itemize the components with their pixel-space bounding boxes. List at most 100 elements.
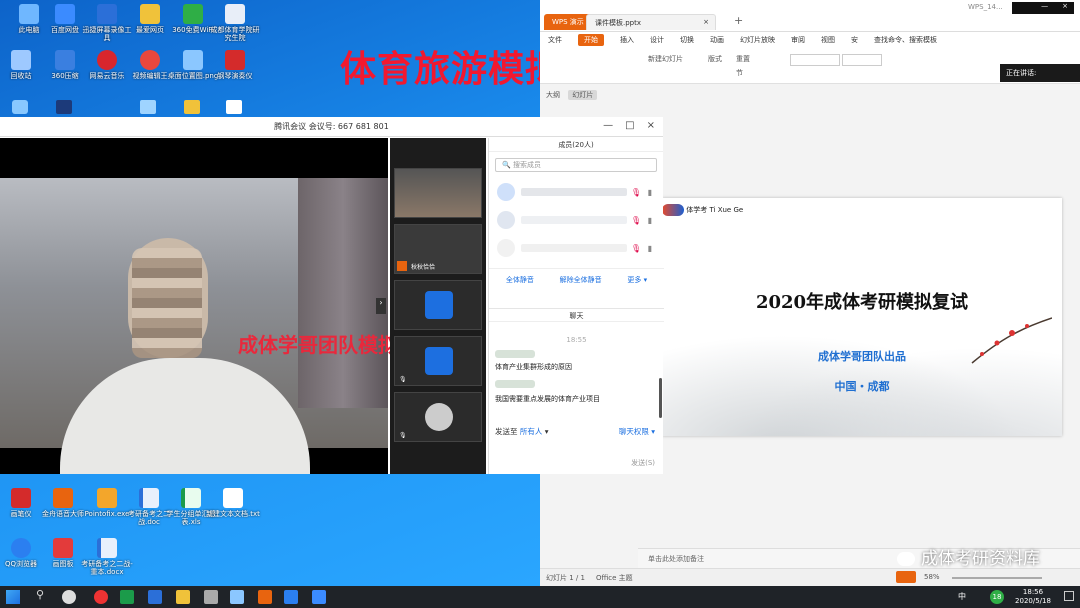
minimize-icon[interactable]: — — [1041, 2, 1048, 14]
chat-scrollbar[interactable] — [659, 378, 662, 418]
mic-icon[interactable]: 🎙 — [631, 188, 641, 197]
close-icon[interactable]: × — [647, 120, 655, 131]
send-button[interactable]: 发送(S) — [631, 458, 655, 468]
menu-review[interactable]: 审阅 — [791, 35, 805, 45]
desktop-icon[interactable]: 成都体育学院研究生院 — [208, 4, 262, 42]
mute-all-button[interactable]: 全体静音 — [506, 275, 534, 285]
send-to-label: 发送至 — [495, 427, 518, 436]
word-icon[interactable] — [148, 590, 162, 604]
notifications-icon[interactable] — [1064, 591, 1074, 601]
desktop-icon[interactable]: 考研备考之二战-重本.docx — [80, 538, 134, 576]
photoshop-icon[interactable] — [56, 100, 72, 114]
slide-subtitle: 成体学哥团队出品 — [818, 350, 906, 363]
mic-icon[interactable]: 🎙 — [631, 244, 641, 253]
layout-button[interactable]: 版式 — [708, 54, 722, 64]
music-icon[interactable] — [94, 590, 108, 604]
menu-view[interactable]: 视图 — [821, 35, 835, 45]
close-icon[interactable]: × — [703, 18, 709, 26]
folder-icon[interactable] — [176, 590, 190, 604]
maximize-icon[interactable]: □ — [625, 120, 634, 131]
side-panel-tabs: 大纲 幻灯片 — [540, 84, 640, 104]
watermark-text: 成体考研资料库 — [921, 549, 1040, 569]
desktop-icon[interactable]: 新建文本文档.txt — [206, 488, 260, 518]
play-icon[interactable] — [896, 571, 916, 583]
chat-timestamp: 18:55 — [566, 336, 587, 344]
slide-canvas[interactable]: 体学考 Ti Xue Ge 2020年成体考研模拟复试 成体学哥团队出品 中国・… — [662, 198, 1062, 436]
pointer-tool-icon — [97, 488, 117, 508]
menu-transition[interactable]: 切换 — [680, 35, 694, 45]
menu-security[interactable]: 安 — [851, 35, 858, 45]
start-icon[interactable] — [6, 590, 20, 604]
participant-thumb[interactable]: 🎙 — [394, 392, 482, 442]
close-window-icon[interactable]: × — [1062, 2, 1068, 14]
camera-icon[interactable]: ▮ — [645, 188, 655, 197]
add-tab-icon[interactable]: + — [734, 14, 743, 27]
participant-thumb[interactable] — [394, 280, 482, 330]
app-icon[interactable] — [12, 100, 28, 114]
font-family-select[interactable] — [790, 54, 840, 66]
desktop-icon[interactable]: 钢琴演奏仪 — [208, 50, 262, 80]
member-name-blurred — [521, 244, 627, 252]
mic-icon[interactable]: 🎙 — [631, 216, 641, 225]
member-row[interactable]: 🎙 ▮ — [489, 206, 663, 234]
cloud-drive-icon[interactable] — [312, 590, 326, 604]
notification-badge[interactable]: 18 — [990, 590, 1004, 604]
menu-animation[interactable]: 动画 — [710, 35, 724, 45]
chat-permission-button[interactable]: 聊天权限 ▾ — [619, 426, 655, 437]
wps-ribbon: 新建幻灯片 版式 节 重置 — [540, 48, 1080, 84]
participant-thumb[interactable]: 秋秋恰恰 — [394, 224, 482, 274]
member-actions: 全体静音 解除全体静音 更多 ▾ — [489, 268, 664, 291]
system-clock[interactable]: 18:56 2020/5/18 — [1008, 588, 1058, 606]
member-row[interactable]: 🎙 ▮ — [489, 234, 663, 262]
app-icon[interactable] — [62, 590, 76, 604]
font-size-select[interactable] — [842, 54, 882, 66]
folder-icon[interactable] — [184, 100, 200, 114]
paint-icon — [53, 538, 73, 558]
more-button-label: 更多 — [627, 276, 642, 284]
web-shortcut-icon — [225, 4, 245, 24]
menu-slideshow[interactable]: 幻灯片放映 — [740, 35, 775, 45]
tab-document[interactable]: 课件模板.pptx × — [586, 14, 716, 30]
menu-design[interactable]: 设计 — [650, 35, 664, 45]
minimize-icon[interactable]: — — [603, 120, 613, 131]
participant-thumb[interactable]: 🎙 — [394, 336, 482, 386]
menu-file[interactable]: 文件 — [548, 35, 562, 45]
camera-icon[interactable]: ▮ — [645, 216, 655, 225]
unmute-all-button[interactable]: 解除全体静音 — [560, 275, 602, 285]
section-button[interactable]: 节 — [736, 68, 743, 78]
chat-header: 聊天 — [489, 308, 664, 322]
image-icon[interactable] — [230, 590, 244, 604]
tab-slides[interactable]: 幻灯片 — [568, 90, 598, 100]
spreadsheet-icon[interactable] — [120, 590, 134, 604]
clock-time: 18:56 — [1022, 588, 1044, 596]
main-video[interactable]: › — [0, 138, 388, 474]
member-row[interactable]: 🎙 ▮ — [489, 178, 663, 206]
window-controls: — × — [1012, 2, 1074, 14]
ime-indicator[interactable]: 中 — [958, 591, 966, 602]
new-slide-button[interactable]: 新建幻灯片 — [648, 54, 683, 64]
wps-tab-bar: WPS 演示 课件模板.pptx × + WPS_14... — × — [540, 0, 1080, 32]
member-search-input[interactable]: 🔍 搜索成员 — [495, 158, 657, 172]
camera-icon[interactable]: ▮ — [645, 244, 655, 253]
clock-date: 2020/5/18 — [1015, 597, 1051, 605]
search-command[interactable]: 查找命令、搜索模板 — [874, 35, 937, 45]
zoom-slider[interactable] — [952, 577, 1042, 579]
mic-icon[interactable] — [204, 590, 218, 604]
avatar-icon — [425, 347, 453, 375]
tab-wps-home[interactable]: WPS 演示 — [544, 14, 592, 30]
tab-outline[interactable]: 大纲 — [546, 91, 560, 99]
document-icon[interactable] — [226, 100, 242, 114]
participant-thumb[interactable] — [394, 168, 482, 218]
mosaic-blur — [132, 248, 202, 358]
wps-icon[interactable] — [258, 590, 272, 604]
meeting-icon[interactable] — [284, 590, 298, 604]
search-icon[interactable]: ⚲ — [36, 588, 44, 601]
avatar-icon — [425, 291, 453, 319]
menu-insert[interactable]: 插入 — [620, 35, 634, 45]
reset-button[interactable]: 重置 — [736, 54, 750, 64]
send-to-select[interactable]: 所有人 — [520, 427, 543, 436]
app-icon[interactable] — [140, 100, 156, 114]
menu-start[interactable]: 开始 — [578, 34, 604, 46]
chevron-right-icon[interactable]: › — [376, 298, 386, 314]
more-button[interactable]: 更多 ▾ — [627, 275, 647, 285]
